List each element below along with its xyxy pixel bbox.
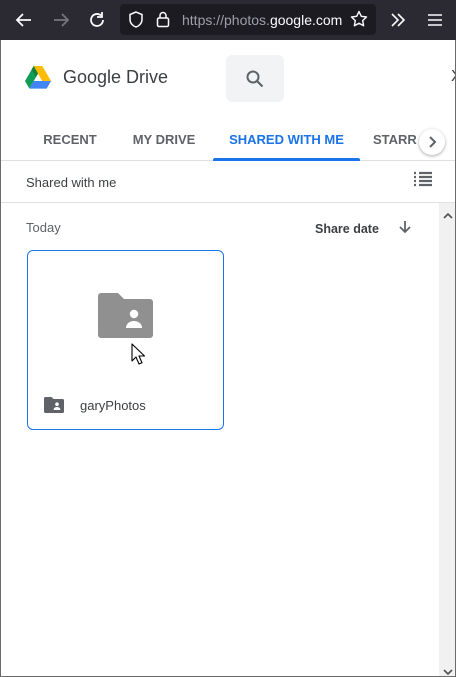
tab-recent[interactable]: RECENT (27, 118, 113, 161)
search-icon (246, 70, 264, 87)
shield-icon[interactable] (128, 11, 144, 33)
sort-button[interactable]: Share date (315, 222, 379, 236)
scroll-down-icon[interactable] (443, 663, 453, 676)
google-drive-logo[interactable] (25, 66, 51, 94)
app-header: Google Drive X (1, 40, 455, 118)
back-arrow-icon[interactable] (10, 6, 38, 34)
star-icon[interactable] (350, 10, 368, 33)
location-bar: Shared with me (1, 161, 455, 203)
overflow-chevrons-icon[interactable] (384, 6, 412, 34)
current-location: Shared with me (26, 175, 117, 190)
mouse-cursor-icon (131, 343, 146, 370)
tab-shared-with-me[interactable]: SHARED WITH ME (213, 118, 360, 161)
search-button[interactable] (226, 55, 284, 102)
app-title: Google Drive (63, 67, 169, 87)
url-prefix: https://photos. (182, 12, 270, 28)
drive-page: Google Drive X RECENT MY DRIVE SHARED WI… (0, 40, 456, 677)
arrow-down-icon[interactable] (397, 219, 413, 235)
lock-icon[interactable] (156, 11, 170, 33)
browser-toolbar: https://photos.google.com (0, 0, 456, 40)
tabs-next-button[interactable] (419, 129, 445, 155)
section-heading: Today (26, 220, 61, 235)
tab-my-drive[interactable]: MY DRIVE (119, 118, 209, 161)
folder-name: garyPhotos (80, 398, 152, 413)
scroll-up-icon[interactable] (443, 207, 453, 225)
hamburger-menu-icon[interactable] (421, 6, 449, 34)
folder-card[interactable]: garyPhotos (27, 250, 224, 430)
file-grid-area: Today Share date garyPhotos (1, 203, 439, 676)
tab-bar: RECENT MY DRIVE SHARED WITH ME STARR (1, 118, 455, 161)
url-text[interactable]: https://photos.google.com (182, 12, 344, 28)
list-view-icon[interactable] (413, 171, 435, 191)
forward-arrow-icon[interactable] (47, 6, 75, 34)
vertical-scrollbar[interactable] (439, 203, 455, 676)
shared-folder-icon-small (44, 397, 64, 418)
shared-folder-icon (98, 293, 153, 343)
url-domain: google.com (269, 12, 343, 28)
close-icon[interactable]: X (451, 68, 455, 86)
reload-icon[interactable] (83, 6, 111, 34)
chevron-right-icon (429, 136, 437, 148)
url-bar[interactable]: https://photos.google.com (120, 4, 376, 35)
